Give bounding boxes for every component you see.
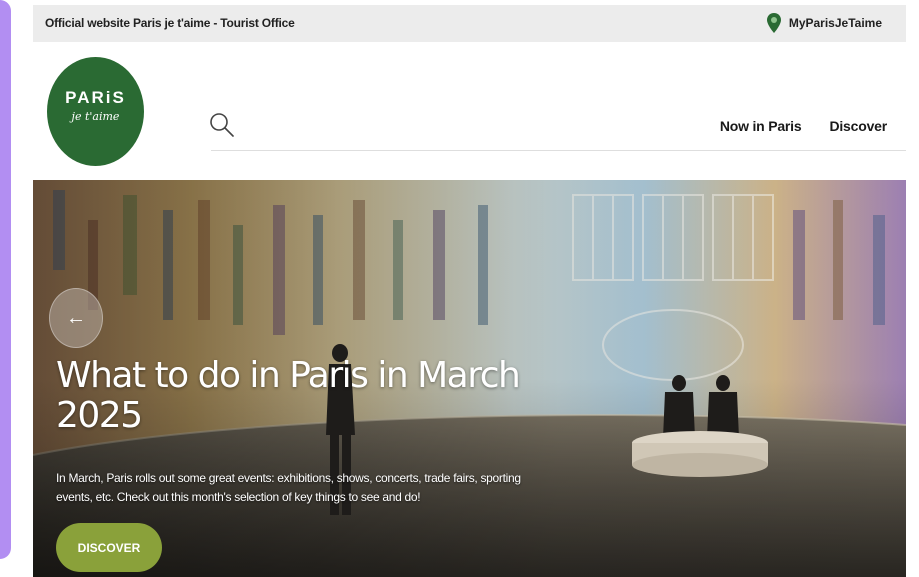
logo-title: PARiS	[65, 88, 126, 107]
account-label: MyParisJeTaime	[788, 16, 882, 30]
hero-banner: ← What to do in Paris in March 2025 In M…	[33, 180, 906, 577]
my-account-link[interactable]: MyParisJeTaime	[766, 13, 882, 33]
map-pin-icon	[766, 13, 781, 33]
hero-description: In March, Paris rolls out some great eve…	[56, 471, 521, 504]
side-panel	[0, 0, 11, 559]
nav-item-discover[interactable]: Discover	[829, 118, 887, 134]
top-bar: Official website Paris je t'aime - Touri…	[33, 5, 906, 42]
discover-button[interactable]: DISCOVER	[56, 523, 162, 572]
logo-subtitle: je t'aime	[71, 110, 120, 123]
hero-title: What to do in Paris in March 2025	[56, 355, 521, 436]
prev-slide-button[interactable]: ←	[49, 288, 103, 348]
main-nav: Now in Paris Discover	[720, 118, 887, 134]
nav-item-now-in-paris[interactable]: Now in Paris	[720, 118, 802, 134]
arrow-left-icon: ←	[66, 306, 86, 329]
search-icon[interactable]	[209, 112, 235, 138]
nav-divider	[211, 150, 906, 151]
site-name: Official website Paris je t'aime - Touri…	[45, 16, 295, 30]
site-logo[interactable]: PARiS je t'aime	[47, 57, 144, 166]
